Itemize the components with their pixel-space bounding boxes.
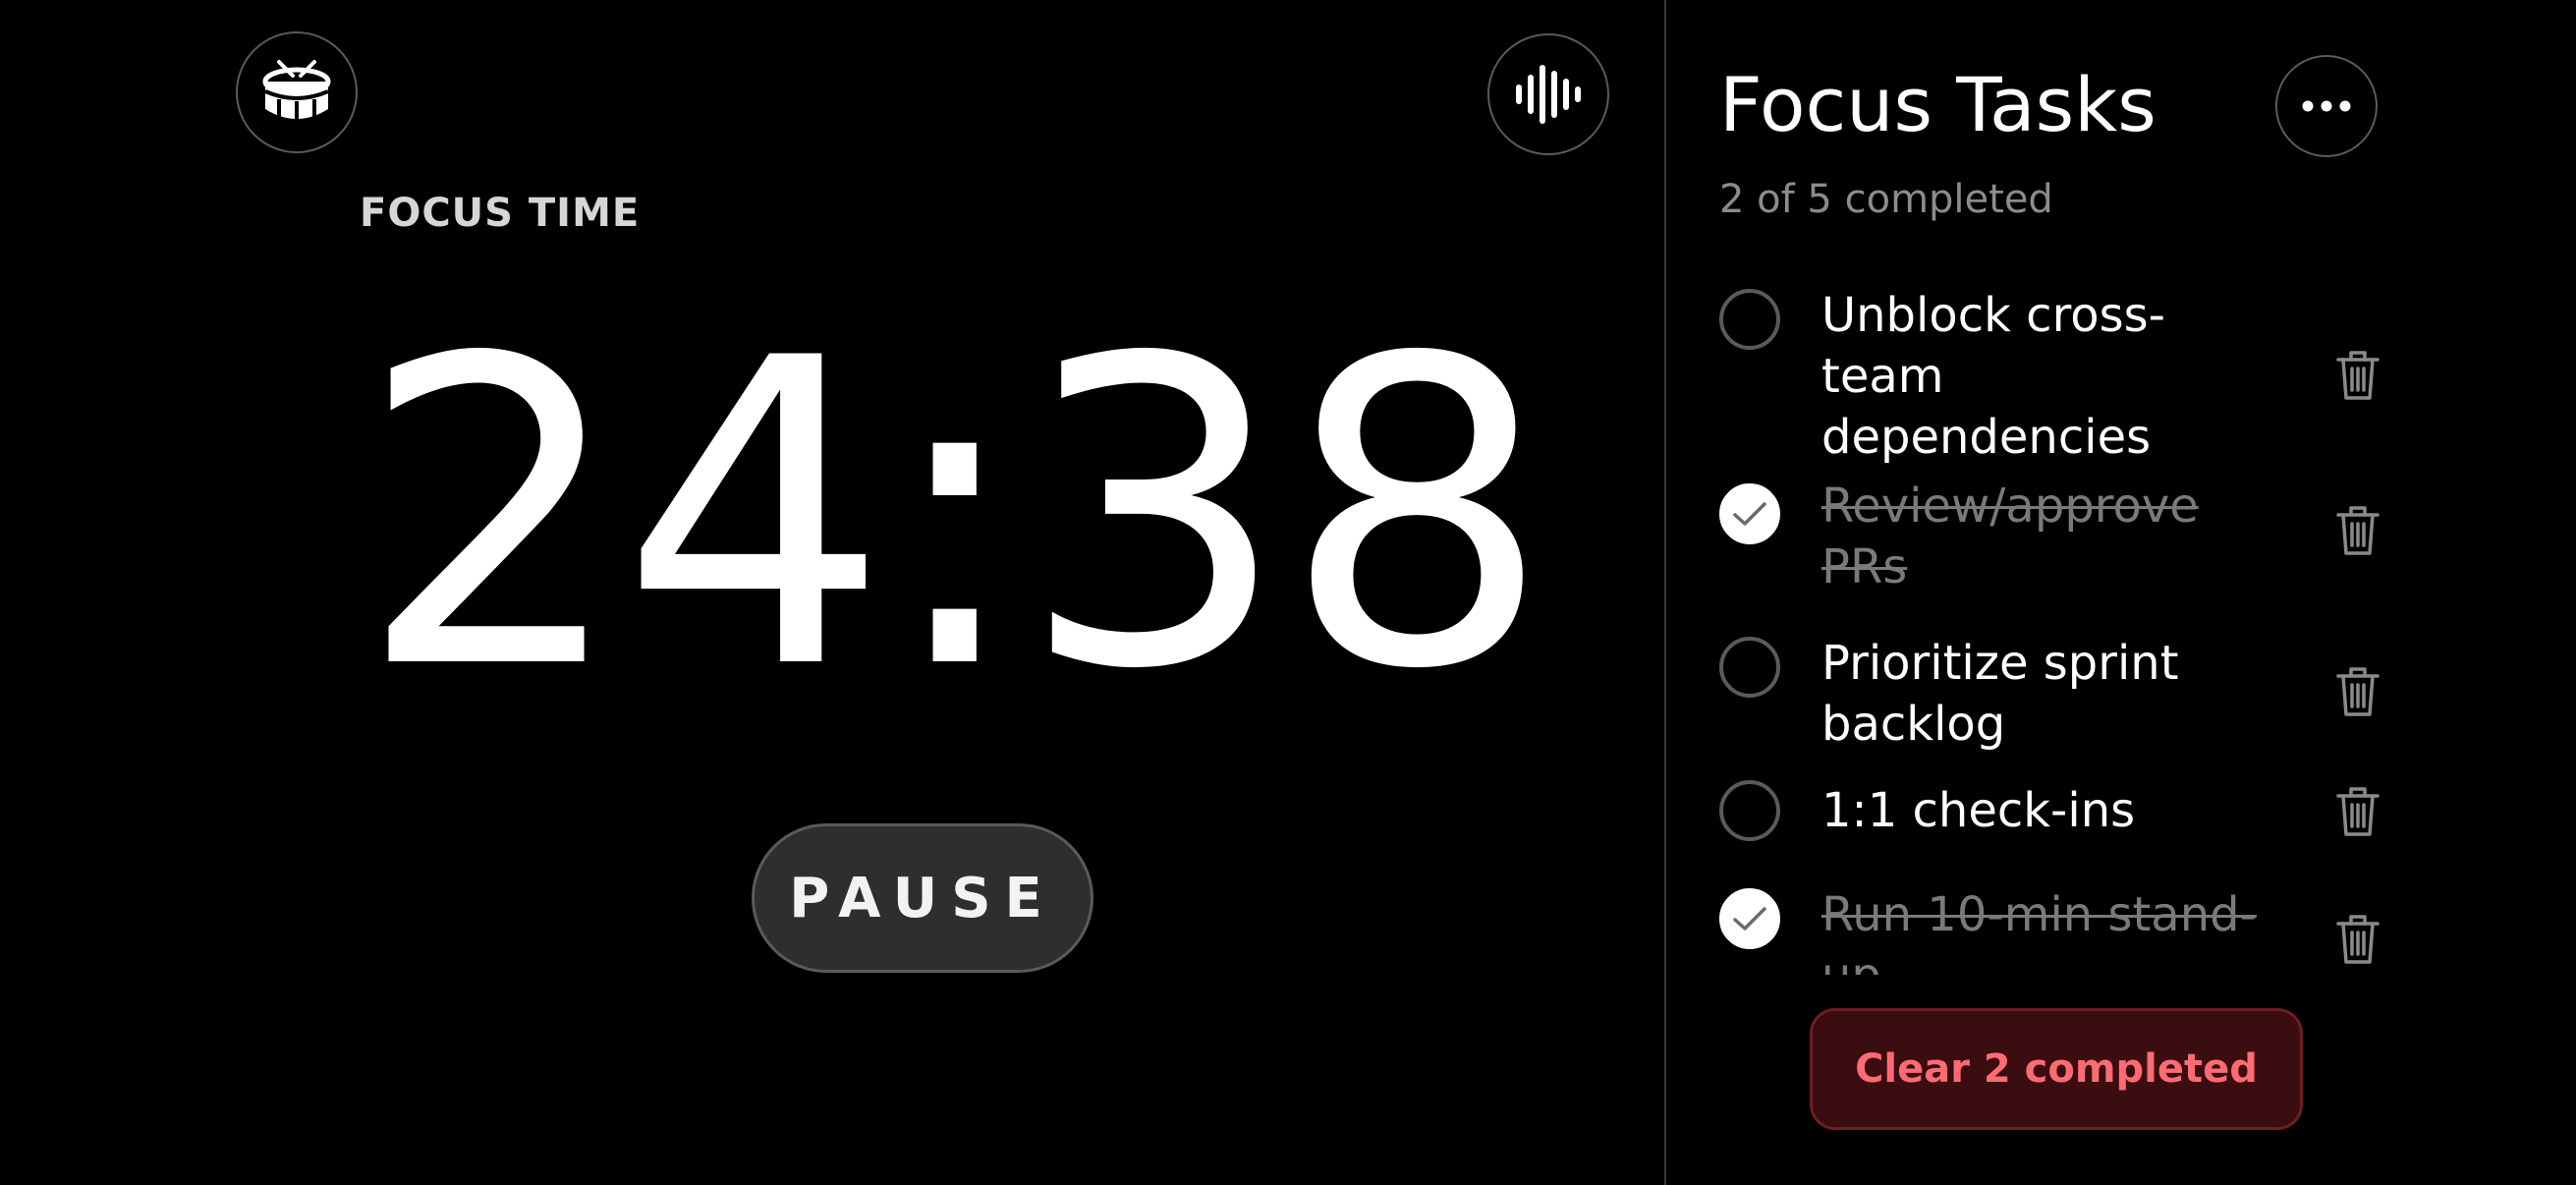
task-checkbox[interactable]: [1719, 289, 1780, 350]
task-checkbox[interactable]: [1719, 780, 1780, 841]
drum-icon: [262, 60, 331, 123]
task-checkbox[interactable]: [1719, 637, 1780, 698]
pause-button[interactable]: PAUSE: [752, 823, 1093, 973]
clear-completed-button[interactable]: Clear 2 completed: [1810, 1008, 2303, 1130]
task-text: Prioritize sprint backlog: [1821, 636, 2179, 752]
drum-button[interactable]: [236, 31, 358, 153]
task-item: Prioritize sprint backlog: [1719, 625, 2397, 755]
task-text: Run 10-min stand-up: [1821, 887, 2257, 975]
tasks-panel: Focus Tasks 2 of 5 completed Unblock cro…: [1666, 0, 2576, 1185]
timer-display: 24:38: [358, 270, 1551, 762]
trash-icon[interactable]: [2336, 786, 2380, 837]
tasks-progress: 2 of 5 completed: [1719, 177, 2053, 222]
sound-button[interactable]: [1487, 33, 1609, 155]
trash-icon[interactable]: [2336, 666, 2380, 717]
task-list[interactable]: Unblock cross-team dependencies Review/a…: [1719, 275, 2397, 975]
checkmark-icon: [1733, 907, 1766, 931]
task-item: Review/approve PRs: [1719, 472, 2397, 601]
ellipsis-icon: [2302, 100, 2351, 112]
task-item: Unblock cross-team dependencies: [1719, 275, 2397, 472]
task-text: 1:1 check-ins: [1821, 783, 2136, 838]
task-checkbox-checked[interactable]: [1719, 483, 1780, 544]
more-options-button[interactable]: [2275, 55, 2378, 157]
focus-time-label: FOCUS TIME: [360, 191, 641, 236]
tasks-title: Focus Tasks: [1719, 61, 2156, 148]
soundwave-icon: [1516, 65, 1581, 124]
timer-panel: FOCUS TIME 24:38 PAUSE: [0, 0, 1664, 1185]
task-checkbox-checked[interactable]: [1719, 888, 1780, 949]
trash-icon[interactable]: [2336, 914, 2380, 965]
task-text: Review/approve PRs: [1821, 479, 2199, 594]
trash-icon[interactable]: [2336, 350, 2380, 401]
checkmark-icon: [1733, 502, 1766, 526]
task-item: 1:1 check-ins: [1719, 776, 2397, 855]
task-item: Run 10-min stand-up: [1719, 876, 2397, 975]
trash-icon[interactable]: [2336, 505, 2380, 556]
task-text: Unblock cross-team dependencies: [1821, 288, 2165, 465]
